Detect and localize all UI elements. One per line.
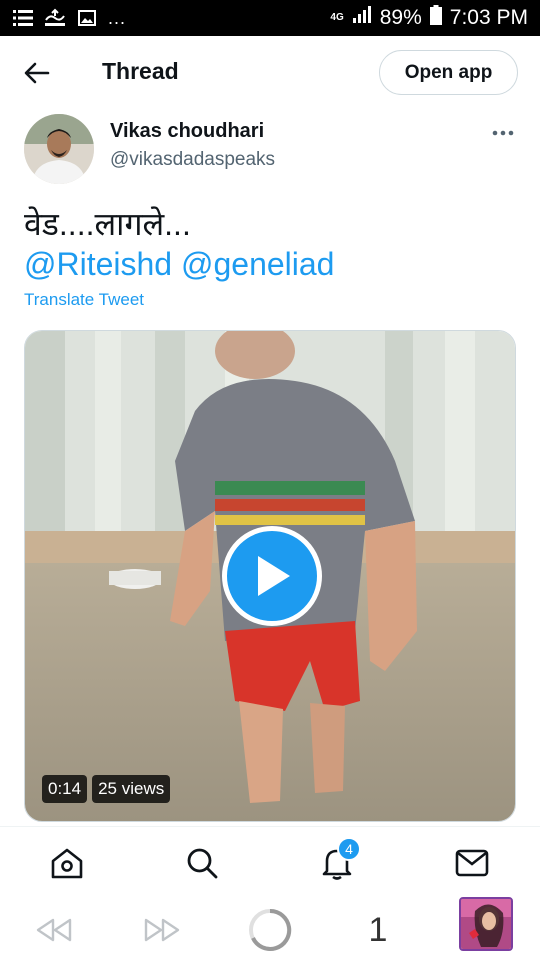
more-options-button[interactable]	[488, 122, 518, 144]
fast-forward-icon	[144, 918, 180, 942]
browser-back-button[interactable]	[32, 908, 76, 952]
network-type: 4G	[330, 12, 344, 23]
rewind-icon	[36, 918, 72, 942]
profile-thumbnail	[459, 897, 513, 951]
status-overflow: ...	[108, 8, 127, 28]
author-name[interactable]: Vikas choudhari	[110, 120, 264, 143]
reload-button[interactable]	[246, 908, 294, 952]
tweet-mentions[interactable]: @Riteishd @geneliad	[24, 244, 334, 284]
loading-spinner-icon	[249, 908, 292, 951]
play-icon	[258, 556, 290, 596]
browser-toolbar: 1	[0, 897, 540, 960]
back-button[interactable]	[16, 56, 58, 90]
nav-search-button[interactable]	[182, 843, 222, 883]
status-right: 4G 89% 7:03 PM	[330, 0, 528, 36]
messages-icon	[455, 849, 489, 877]
bottom-nav: 4	[0, 826, 540, 900]
translate-tweet-link[interactable]: Translate Tweet	[24, 290, 144, 310]
more-dots-icon	[492, 130, 514, 136]
tweet-text: वेड....लागले...	[24, 206, 191, 242]
search-icon	[187, 848, 218, 879]
video-meta: 0:14 25 views	[42, 775, 171, 803]
list-icon	[12, 7, 34, 29]
battery-icon	[429, 5, 442, 31]
status-left-icons: ...	[0, 7, 126, 29]
open-app-button[interactable]: Open app	[379, 50, 518, 95]
author-avatar[interactable]	[24, 114, 94, 184]
cast-icon	[44, 7, 66, 29]
tab-count: 1	[368, 910, 388, 949]
video-duration: 0:14	[42, 775, 88, 803]
back-arrow-icon	[24, 62, 50, 84]
home-icon	[51, 848, 83, 879]
browser-forward-button[interactable]	[140, 908, 184, 952]
nav-home-button[interactable]	[47, 843, 87, 883]
status-bar: ... 4G 89% 7:03 PM	[0, 0, 540, 36]
signal-icon	[352, 6, 372, 30]
video-views: 25 views	[92, 775, 171, 803]
thread-header: Thread Open app	[0, 36, 540, 110]
clock: 7:03 PM	[449, 6, 528, 29]
notification-count-badge: 4	[337, 837, 361, 861]
tab-switcher-button[interactable]: 1	[360, 908, 396, 952]
page-title: Thread	[102, 58, 179, 84]
nav-messages-button[interactable]	[452, 843, 492, 883]
author-handle[interactable]: @vikasdadaspeaks	[110, 149, 275, 171]
play-button[interactable]	[222, 526, 322, 626]
profile-thumbnail-button[interactable]	[458, 897, 514, 951]
video-player[interactable]: 0:14 25 views	[24, 330, 516, 822]
image-icon	[76, 7, 98, 29]
battery-percent: 89%	[379, 6, 422, 29]
